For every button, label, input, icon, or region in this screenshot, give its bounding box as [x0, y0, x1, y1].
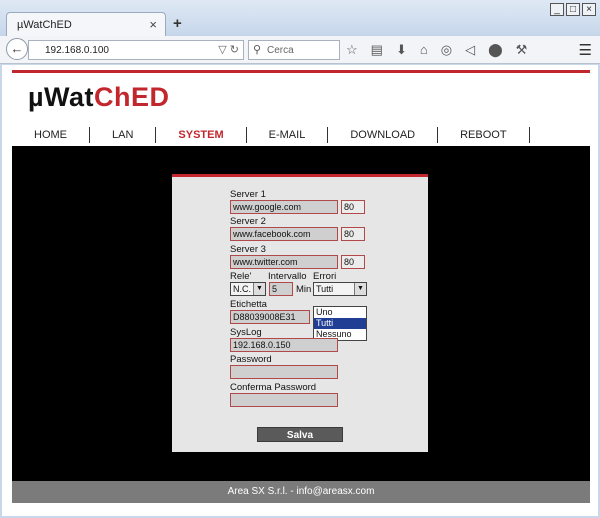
extension-icon[interactable]: ◎ [441, 42, 452, 58]
browser-navbar: ← 192.168.0.100 ▽ ↻ ⚲ Cerca ☆ ▤ ⬇ ⌂ ◎ ◁ … [0, 36, 600, 64]
home-icon[interactable]: ⌂ [420, 42, 428, 58]
bookmark-star-icon[interactable]: ☆ [346, 42, 358, 58]
hamburger-menu-icon[interactable]: ☰ [579, 41, 592, 59]
site-logo: µWatChED [28, 82, 170, 113]
etichetta-label: Etichetta [230, 299, 267, 310]
menu-download[interactable]: DOWNLOAD [328, 127, 439, 143]
intervallo-label: Intervallo [268, 271, 307, 282]
window-controls: _ □ × [550, 3, 596, 16]
server1-port-input[interactable]: 80 [341, 200, 365, 214]
confirm-password-input[interactable] [230, 393, 338, 407]
new-tab-button[interactable]: + [173, 15, 182, 32]
errori-value: Tutti [316, 284, 334, 294]
tab-close-icon[interactable]: × [149, 17, 157, 32]
menu-home[interactable]: HOME [12, 127, 90, 143]
footer-text: Area SX S.r.l. - info@areasx.com [227, 486, 375, 497]
server3-port-input[interactable]: 80 [341, 255, 365, 269]
header-accent-line [12, 70, 590, 73]
tab-title: µWatChED [17, 19, 72, 31]
reload-icon[interactable]: ▽ ↻ [218, 43, 239, 56]
server1-label: Server 1 [230, 189, 266, 200]
password-input[interactable] [230, 365, 338, 379]
errori-label: Errori [313, 271, 337, 282]
rele-select[interactable]: N.C. ▼ [230, 282, 266, 296]
errori-option-tutti[interactable]: Tutti [314, 318, 366, 329]
menu-email[interactable]: E-MAIL [247, 127, 329, 143]
chevron-down-icon: ▼ [354, 283, 366, 295]
reading-list-icon[interactable]: ▤ [371, 42, 383, 58]
toolbar-icons: ☆ ▤ ⬇ ⌂ ◎ ◁ ⬤ ⚒ [346, 42, 527, 58]
logo-part-2: ChED [94, 82, 170, 112]
back-arrow-icon[interactable]: ← [6, 38, 28, 60]
search-placeholder[interactable]: Cerca [267, 45, 294, 56]
tools-icon[interactable]: ⚒ [516, 42, 528, 58]
settings-form: Server 1 www.google.com 80 Server 2 www.… [172, 174, 428, 452]
intervallo-unit: Min [296, 284, 312, 295]
footer-bar: Area SX S.r.l. - info@areasx.com [12, 481, 590, 503]
menu-lan[interactable]: LAN [90, 127, 157, 143]
search-bar[interactable]: ⚲ Cerca [248, 40, 340, 60]
address-bar[interactable]: 192.168.0.100 ▽ ↻ [28, 40, 244, 60]
server2-label: Server 2 [230, 216, 266, 227]
logo-part-1: µWat [28, 82, 95, 112]
menu-system[interactable]: SYSTEM [156, 127, 247, 143]
save-button[interactable]: Salva [257, 427, 343, 442]
password-label: Password [230, 354, 272, 365]
intervallo-input[interactable]: 5 [269, 282, 293, 296]
close-window-icon[interactable]: × [582, 3, 596, 16]
errori-select[interactable]: Tutti ▼ [313, 282, 367, 296]
adblock-icon[interactable]: ⬤ [488, 42, 503, 58]
etichetta-input[interactable]: D88039008E31 [230, 310, 310, 324]
syslog-input[interactable]: 192.168.0.150 [230, 338, 338, 352]
browser-tab[interactable]: µWatChED × [6, 12, 166, 36]
errori-dropdown-list: Uno Tutti Nessuno [313, 306, 367, 341]
send-icon[interactable]: ◁ [465, 42, 475, 58]
search-icon: ⚲ [253, 44, 262, 56]
maximize-icon[interactable]: □ [566, 3, 580, 16]
rele-value: N.C. [233, 284, 251, 294]
rele-label: Rele' [230, 271, 252, 282]
server3-label: Server 3 [230, 244, 266, 255]
server3-input[interactable]: www.twitter.com [230, 255, 338, 269]
browser-titlebar: µWatChED × + _ □ × [0, 0, 600, 36]
server2-input[interactable]: www.facebook.com [230, 227, 338, 241]
main-menu: HOME LAN SYSTEM E-MAIL DOWNLOAD REBOOT [12, 127, 530, 143]
errori-option-uno[interactable]: Uno [314, 307, 366, 318]
content-area: Server 1 www.google.com 80 Server 2 www.… [12, 146, 590, 481]
url-text[interactable]: 192.168.0.100 [45, 45, 109, 56]
menu-reboot[interactable]: REBOOT [438, 127, 530, 143]
server2-port-input[interactable]: 80 [341, 227, 365, 241]
confirm-password-label: Conferma Password [230, 382, 317, 393]
syslog-label: SysLog [230, 327, 262, 338]
web-page: µWatChED HOME LAN SYSTEM E-MAIL DOWNLOAD… [2, 65, 598, 516]
chevron-down-icon: ▼ [253, 283, 265, 295]
download-icon[interactable]: ⬇ [396, 42, 407, 58]
minimize-icon[interactable]: _ [550, 3, 564, 16]
server1-input[interactable]: www.google.com [230, 200, 338, 214]
